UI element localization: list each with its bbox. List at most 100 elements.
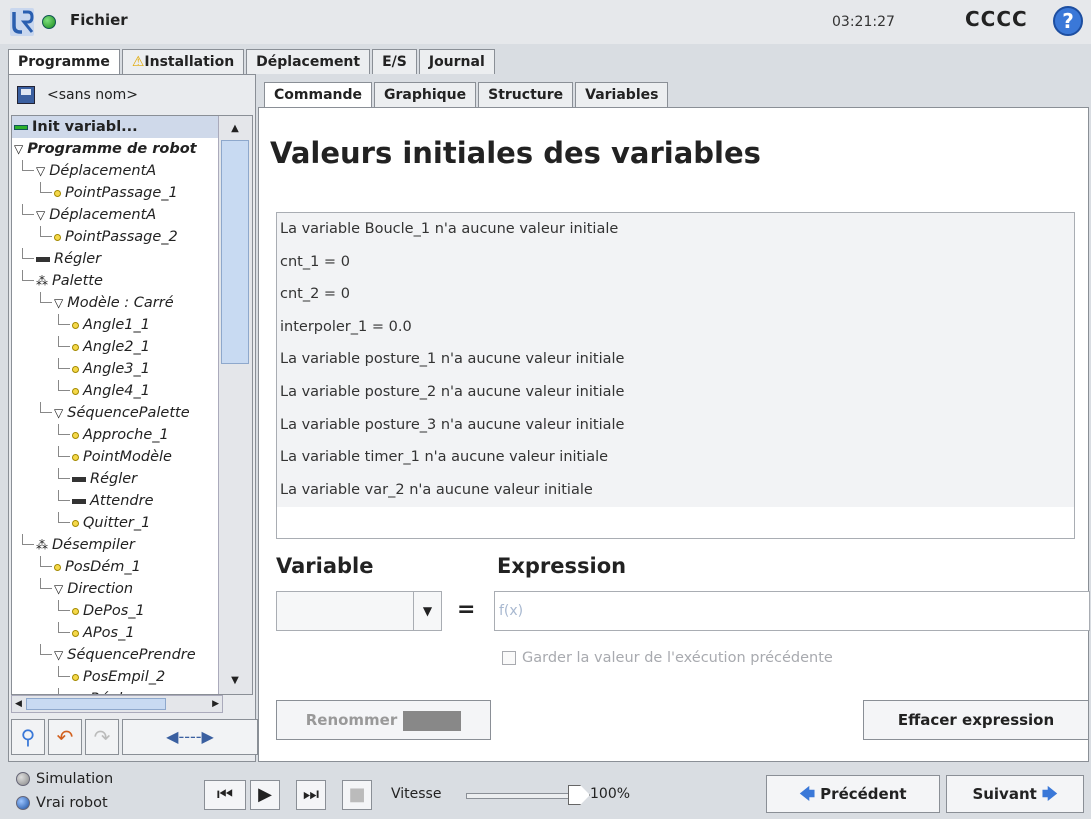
tree-node[interactable]: Angle1_1	[12, 314, 218, 336]
speed-slider[interactable]	[466, 793, 572, 799]
simulation-option[interactable]: Simulation	[16, 771, 113, 787]
tab-commande[interactable]: Commande	[264, 82, 372, 108]
next-button[interactable]: Suivant 🡆	[946, 775, 1084, 813]
tab-graphique[interactable]: Graphique	[374, 82, 477, 107]
expression-input[interactable]: f(x)	[494, 591, 1090, 631]
tree-node[interactable]: ▽ DéplacementA	[12, 204, 218, 226]
tab-programme[interactable]: Programme	[8, 49, 120, 75]
tree-node[interactable]: ⁂ Désempiler	[12, 534, 218, 556]
tree-node[interactable]: Régler	[12, 468, 218, 490]
tree-node[interactable]: PointPassage_2	[12, 226, 218, 248]
tree-node[interactable]: Régler	[12, 248, 218, 270]
tree-node[interactable]: PointModèle	[12, 446, 218, 468]
tree-connector	[22, 534, 34, 545]
tree-node[interactable]: Régler	[12, 688, 218, 694]
redo-icon[interactable]: ↷	[85, 719, 119, 755]
tab-es[interactable]: E/S	[372, 49, 417, 74]
waypoint-icon	[72, 343, 79, 351]
tree-node[interactable]: Approche_1	[12, 424, 218, 446]
variable-item[interactable]: cnt_1 = 0	[277, 246, 1074, 279]
variable-item[interactable]: interpoler_1 = 0.0	[277, 311, 1074, 344]
radio-icon[interactable]	[16, 772, 30, 786]
scroll-left-icon[interactable]: ◀	[15, 696, 22, 712]
waypoint-icon	[72, 321, 79, 329]
keep-value-checkbox[interactable]: Garder la valeur de l'exécution précéden…	[502, 650, 833, 666]
search-icon[interactable]: ⚲	[11, 719, 45, 755]
variable-item[interactable]: La variable Boucle_1 n'a aucune valeur i…	[277, 213, 1074, 246]
tab-deplacement[interactable]: Déplacement	[246, 49, 371, 74]
variable-item[interactable]: cnt_2 = 0	[277, 278, 1074, 311]
scroll-thumb[interactable]	[221, 140, 249, 364]
tree-horizontal-scrollbar[interactable]: ◀ ▶	[11, 695, 223, 713]
tree-node[interactable]: ⁂ Palette	[12, 270, 218, 292]
variable-item[interactable]: La variable timer_1 n'a aucune valeur in…	[277, 441, 1074, 474]
variable-item[interactable]: La variable posture_1 n'a aucune valeur …	[277, 343, 1074, 376]
tab-label: Déplacement	[256, 54, 361, 70]
variable-select[interactable]: ▼	[276, 591, 442, 631]
help-icon[interactable]: ?	[1053, 6, 1083, 36]
tree-node-label: PointModèle	[83, 449, 172, 465]
variable-list[interactable]: La variable Boucle_1 n'a aucune valeur i…	[276, 212, 1075, 539]
chevron-down-icon[interactable]: ▼	[413, 592, 441, 630]
undo-icon[interactable]: ↶	[48, 719, 82, 755]
step-forward-icon[interactable]: ⏭	[296, 780, 326, 810]
rename-button[interactable]: Renommer	[276, 700, 491, 740]
simulation-label: Simulation	[36, 771, 114, 787]
tree-node[interactable]: ▽ Programme de robot	[12, 138, 218, 160]
file-menu[interactable]: Fichier	[70, 11, 128, 29]
tree-node[interactable]: Quitter_1	[12, 512, 218, 534]
waypoint-icon	[72, 365, 79, 373]
pallet-icon: ⁂	[36, 274, 48, 288]
tree-node[interactable]: ▽ SéquencePrendre	[12, 644, 218, 666]
tab-variables[interactable]: Variables	[575, 82, 669, 107]
tree-node[interactable]: APos_1	[12, 622, 218, 644]
radio-icon[interactable]	[16, 796, 30, 810]
checkbox-icon[interactable]	[502, 651, 516, 665]
tree-node[interactable]: Init variabl...	[12, 116, 218, 138]
move-node-icon[interactable]: ◀----▶	[122, 719, 258, 755]
redacted-block	[403, 710, 462, 731]
scroll-up-icon[interactable]: ▲	[222, 120, 248, 138]
clear-expression-button[interactable]: Effacer expression	[863, 700, 1089, 740]
triangle-icon: ▽	[36, 208, 46, 222]
tab-structure[interactable]: Structure	[478, 82, 574, 107]
variable-item[interactable]: La variable posture_3 n'a aucune valeur …	[277, 409, 1074, 442]
command-icon	[72, 476, 86, 482]
stop-icon[interactable]: ■	[342, 780, 372, 810]
variable-item[interactable]: La variable posture_2 n'a aucune valeur …	[277, 376, 1074, 409]
tree-node[interactable]: Angle4_1	[12, 380, 218, 402]
save-icon[interactable]	[17, 86, 35, 104]
tree-node[interactable]: PosDém_1	[12, 556, 218, 578]
tree-node[interactable]: Angle2_1	[12, 336, 218, 358]
tree-node[interactable]: ▽ Direction	[12, 578, 218, 600]
speed-slider-handle[interactable]	[568, 785, 590, 805]
tree-connector	[58, 666, 70, 677]
previous-button[interactable]: 🡄 Précédent	[766, 775, 940, 813]
skip-back-icon[interactable]: ⏮	[204, 780, 246, 810]
tree-connector	[58, 314, 70, 325]
play-icon[interactable]: ▶	[250, 780, 280, 810]
tree-node[interactable]: ▽ SéquencePalette	[12, 402, 218, 424]
tree-connector	[40, 578, 52, 589]
tree-node[interactable]: DePos_1	[12, 600, 218, 622]
tree-node[interactable]: ▽ DéplacementA	[12, 160, 218, 182]
tree-node[interactable]: Attendre	[12, 490, 218, 512]
variable-item[interactable]: La variable var_2 n'a aucune valeur init…	[277, 474, 1074, 507]
tab-journal[interactable]: Journal	[418, 49, 495, 74]
tree-node-label: SéquencePalette	[67, 405, 190, 421]
tree-connector	[22, 160, 34, 171]
arrow-right-icon: 🡆	[1042, 785, 1058, 803]
tree-node[interactable]: ▽ Modèle : Carré	[12, 292, 218, 314]
tree-node[interactable]: Angle3_1	[12, 358, 218, 380]
tree-node[interactable]: PointPassage_1	[12, 182, 218, 204]
scroll-right-icon[interactable]: ▶	[212, 696, 219, 712]
real-robot-option[interactable]: Vrai robot	[16, 795, 108, 811]
tree-vertical-scrollbar[interactable]: ▲ ▼	[218, 116, 252, 694]
scroll-thumb[interactable]	[26, 698, 166, 710]
tree-node-label: Régler	[90, 471, 138, 487]
tree-node-label: PointPassage_2	[65, 229, 178, 245]
scroll-down-icon[interactable]: ▼	[222, 672, 248, 690]
tree-node[interactable]: PosEmpil_2	[12, 666, 218, 688]
tree-node-label: Direction	[67, 581, 134, 597]
tab-installation[interactable]: ⚠Installation	[121, 49, 245, 74]
